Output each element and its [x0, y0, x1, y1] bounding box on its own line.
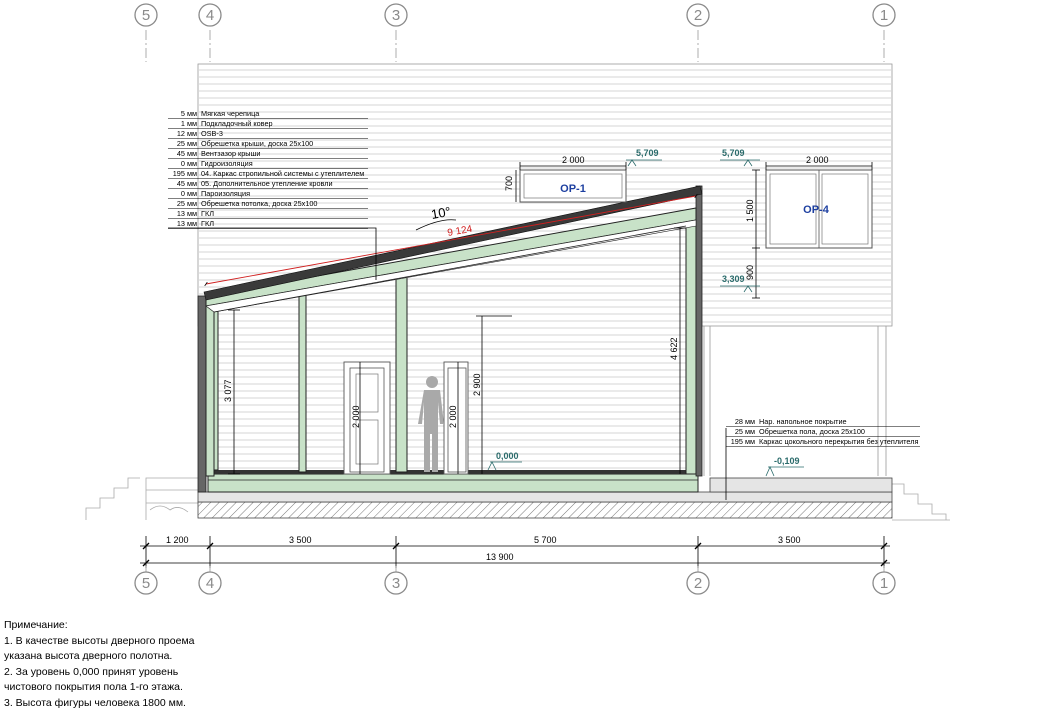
- layer-thickness: 0 мм: [181, 159, 197, 168]
- floor-layers-table: 28 мм Нар. напольное покрытие 25 мм Обрешет…: [726, 417, 920, 447]
- layer-name: OSB-3: [201, 129, 223, 138]
- notes: Примечание: 1. В качестве высоты дверног…: [4, 618, 195, 711]
- op1-level: 5,709: [636, 148, 659, 158]
- axis-4-top: 4: [198, 3, 222, 27]
- op4-height: 1 500: [745, 199, 755, 222]
- layer-name: 04. Каркас стропильной системы с утеплит…: [201, 169, 364, 178]
- svg-text:1: 1: [880, 7, 888, 24]
- span-3: 5 700: [534, 535, 557, 545]
- left-stairs: [85, 477, 198, 520]
- axis-3-bottom: 3: [384, 571, 408, 595]
- svg-text:3: 3: [392, 575, 400, 592]
- op4-width: 2 000: [806, 155, 829, 165]
- axis-1-bottom: 1: [872, 571, 896, 595]
- axis-1-top: 1: [872, 3, 896, 27]
- note-line: указана высота дверного полотна.: [4, 650, 173, 662]
- note-line: 3. Высота фигуры человека 1800 мм.: [4, 696, 186, 709]
- op4-sill: 900: [745, 265, 755, 280]
- op1-width: 2 000: [562, 155, 585, 165]
- right-wall-lower: [703, 326, 887, 476]
- window-op4: ОР-4: [765, 169, 873, 249]
- layer-thickness: 195 мм: [173, 169, 197, 178]
- layer-thickness: 25 мм: [735, 427, 755, 436]
- door-right-height: 2 000: [448, 405, 458, 428]
- svg-text:3: 3: [392, 7, 400, 24]
- notes-title: Примечание:: [4, 619, 68, 631]
- level-outside: -0,109: [774, 456, 800, 466]
- layer-name: Каркас цокольного перекрытия без утеплит…: [759, 437, 918, 446]
- layer-thickness: 1 мм: [181, 119, 197, 128]
- layer-name: Пароизоляция: [201, 189, 250, 198]
- span-4: 3 500: [778, 535, 801, 545]
- note-line: 2. За уровень 0,000 принят уровень: [4, 665, 179, 678]
- op1-height: 700: [504, 176, 514, 191]
- level-floor: 0,000: [496, 451, 519, 461]
- h-left: 3 077: [223, 379, 233, 402]
- axis-4-bottom: 4: [198, 571, 222, 595]
- axis-5-top: 5: [134, 3, 158, 27]
- layer-name: ГКЛ: [201, 209, 214, 218]
- layer-thickness: 45 мм: [177, 149, 197, 158]
- svg-text:1: 1: [880, 575, 888, 592]
- axis-bubbles-bottom: 5 4 3 2 1: [134, 571, 896, 595]
- op4-level-bottom: 3,309: [722, 274, 745, 284]
- window-op1: ОР-1: [519, 169, 627, 203]
- right-stairs: [892, 483, 950, 521]
- layer-thickness: 5 мм: [181, 109, 197, 118]
- note-line: 1. В качестве высоты дверного проема: [4, 634, 195, 647]
- layer-thickness: 12 мм: [177, 129, 197, 138]
- svg-text:2: 2: [694, 7, 702, 24]
- total-length: 13 900: [486, 552, 514, 562]
- layer-name: Подкладочный ковер: [201, 119, 273, 128]
- span-2: 3 500: [289, 535, 312, 545]
- svg-text:4: 4: [206, 575, 214, 592]
- door-left-height: 2 000: [351, 405, 361, 428]
- op4-level-top: 5,709: [722, 148, 745, 158]
- svg-text:5: 5: [142, 7, 150, 24]
- veranda-left-column: [197, 291, 219, 493]
- figure-height: 2 900: [472, 373, 482, 396]
- layer-thickness: 195 мм: [731, 437, 755, 446]
- axis-lines: [145, 30, 885, 62]
- axis-2-top: 2: [686, 3, 710, 27]
- layer-thickness: 25 мм: [177, 139, 197, 148]
- layer-thickness: 28 мм: [735, 417, 755, 426]
- svg-text:5: 5: [142, 575, 150, 592]
- layer-thickness: 13 мм: [177, 209, 197, 218]
- layer-name: Обрешетка крыши, доска 25х100: [201, 139, 313, 148]
- axis-5-bottom: 5: [134, 571, 158, 595]
- span-1: 1 200: [166, 535, 189, 545]
- window-op1-label: ОР-1: [560, 183, 586, 195]
- layer-thickness: 0 мм: [181, 189, 197, 198]
- layer-thickness: 45 мм: [177, 179, 197, 188]
- axis-bubbles-top: 5 4 3 2 1: [134, 3, 896, 27]
- svg-text:2: 2: [694, 575, 702, 592]
- axis-3-top: 3: [384, 3, 408, 27]
- layer-name: Обрешетка пола, доска 25х100: [759, 427, 865, 436]
- h-right: 4 622: [669, 337, 679, 360]
- layer-name: Нар. напольное покрытие: [759, 417, 847, 426]
- layer-thickness: 25 мм: [177, 199, 197, 208]
- note-line: чистового покрытия пола 1-го этажа.: [4, 681, 183, 693]
- layer-name: Гидроизоляция: [201, 159, 253, 168]
- layer-name: ГКЛ: [201, 219, 214, 228]
- window-op4-label: ОР-4: [803, 204, 830, 216]
- section-drawing: 5 4 3 2 1 9 124 10° ОР-1 ОР-4 2 000 700 …: [85, 3, 950, 595]
- axis-2-bottom: 2: [686, 571, 710, 595]
- layer-name: Обрешетка потолка, доска 25х100: [201, 199, 318, 208]
- layer-name: 05. Дополнительное утепление кровли: [201, 179, 333, 188]
- bottom-dimensions: 1 200 3 500 5 700 3 500 13 900: [140, 535, 890, 568]
- svg-text:4: 4: [206, 7, 214, 24]
- layer-name: Мягкая черепица: [201, 109, 260, 118]
- layer-thickness: 13 мм: [177, 219, 197, 228]
- layer-name: Вентзазор крыши: [201, 149, 260, 158]
- axis-lines-bottom: [145, 566, 885, 572]
